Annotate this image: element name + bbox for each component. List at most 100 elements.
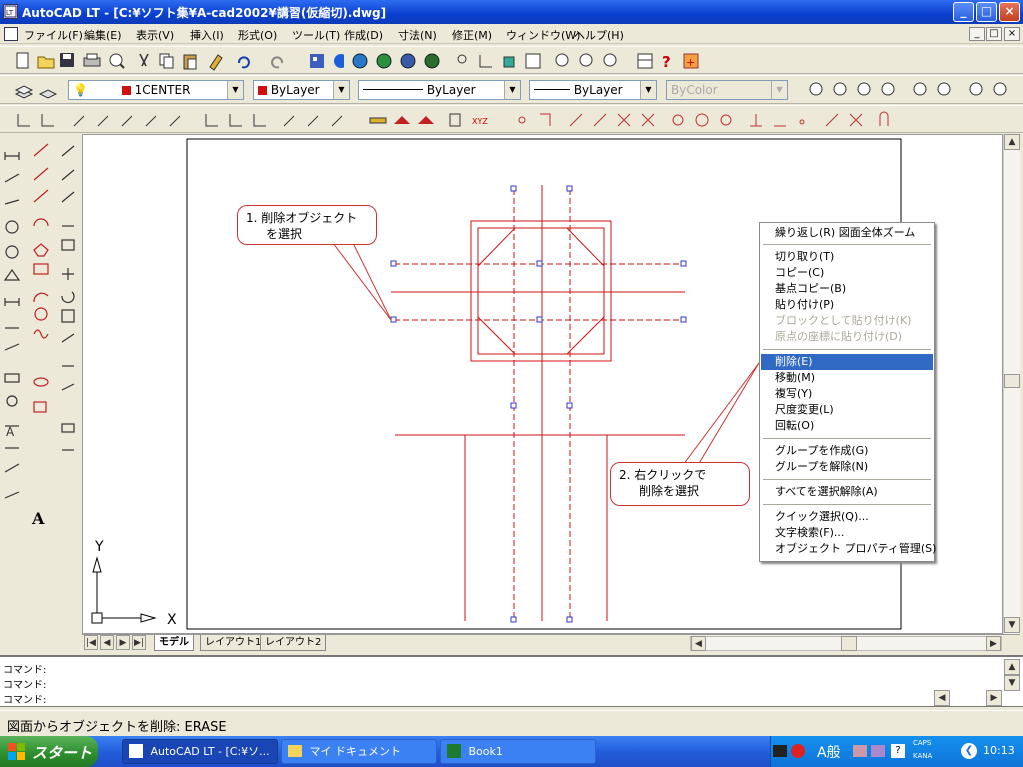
close-button[interactable]: × xyxy=(999,2,1020,22)
menu-item-paste[interactable]: 貼り付け(P) xyxy=(761,297,933,313)
scroll-right-icon[interactable]: ▶ xyxy=(986,636,1001,651)
menu-dimension[interactable]: 寸法(N) xyxy=(398,27,437,43)
ime-icon[interactable] xyxy=(791,744,805,758)
menu-item-repeat-zoom[interactable]: 繰り返し(R) 図面全体ズーム xyxy=(761,225,933,241)
standard-toolbar-icons[interactable] xyxy=(14,51,344,71)
tray-expand-icon[interactable]: ❮ xyxy=(961,743,977,759)
menu-view[interactable]: 表示(V) xyxy=(136,27,174,43)
menu-separator xyxy=(763,438,931,439)
mdi-minimize-button[interactable]: _ xyxy=(969,27,985,41)
chevron-down-icon[interactable]: ▼ xyxy=(333,81,349,99)
ucs-icon xyxy=(503,56,515,68)
svg-text:A: A xyxy=(6,425,15,439)
task-book1[interactable]: Book1 xyxy=(440,739,596,764)
draw-modify-toolbar-icons[interactable]: A A xyxy=(0,134,82,534)
hscroll-thumb[interactable] xyxy=(841,636,857,651)
menu-edit[interactable]: 編集(E) xyxy=(84,27,122,43)
osnap-toolbar-icons[interactable]: XYZ xyxy=(14,110,894,130)
kana-indicator: KANA xyxy=(913,752,933,760)
menu-item-deselect-all[interactable]: すべてを選択解除(A) xyxy=(761,484,933,500)
menu-help[interactable]: ヘルプ(H) xyxy=(574,27,624,43)
menu-draw[interactable]: 作成(D) xyxy=(344,27,383,43)
match-properties-icon xyxy=(209,54,223,71)
start-button[interactable]: スタート xyxy=(0,736,98,767)
command-window[interactable]: コマンド: コマンド: コマンド: ▲ ▼ ◀ ▶ xyxy=(0,655,1023,707)
task-my-documents[interactable]: マイ ドキュメント xyxy=(281,739,437,764)
print-icon xyxy=(83,53,101,67)
menu-item-copy-base[interactable]: 基点コピー(B) xyxy=(761,281,933,297)
tab-prev-icon[interactable]: ◀ xyxy=(100,635,114,650)
color-swatch xyxy=(258,86,267,95)
document-icon[interactable] xyxy=(4,27,18,41)
menu-item-ungroup[interactable]: グループを解除(N) xyxy=(761,459,933,475)
minimize-button[interactable]: _ xyxy=(953,2,974,22)
standard-toolbar-icons-2[interactable]: ? + xyxy=(350,51,820,71)
chevron-down-icon[interactable]: ▼ xyxy=(640,81,656,99)
status-text: 図面からオブジェクトを削除: ERASE xyxy=(7,720,227,735)
paste-icon xyxy=(183,54,197,70)
ime-pad-icon[interactable] xyxy=(853,745,867,757)
help-icon[interactable]: ? xyxy=(891,744,905,758)
selected-objects xyxy=(394,189,684,621)
menu-insert[interactable]: 挿入(I) xyxy=(190,27,224,43)
tab-layout2[interactable]: レイアウト2 xyxy=(260,635,327,651)
menu-item-rotate[interactable]: 回転(O) xyxy=(761,418,933,434)
keyboard-icon[interactable] xyxy=(773,745,787,757)
windows-logo-icon xyxy=(8,743,25,760)
scroll-down-icon[interactable]: ▼ xyxy=(1004,617,1020,633)
vertical-scrollbar[interactable]: ▲ ▼ xyxy=(1003,134,1020,634)
layer-color-swatch xyxy=(121,86,131,95)
horizontal-scrollbar[interactable]: ◀ ▶ xyxy=(690,636,1002,651)
mdi-close-button[interactable]: × xyxy=(1004,27,1020,41)
zoom-toolbar-icons[interactable] xyxy=(806,80,1016,100)
context-menu[interactable]: 繰り返し(R) 図面全体ズーム 切り取り(T) コピー(C) 基点コピー(B) … xyxy=(759,222,936,562)
menu-format[interactable]: 形式(O) xyxy=(238,27,277,43)
cmd-scroll-up-icon[interactable]: ▲ xyxy=(1004,659,1020,675)
grips xyxy=(390,185,687,623)
tile-icon xyxy=(310,54,324,68)
command-line-3[interactable]: コマンド: xyxy=(3,691,46,706)
standard-toolbar: ? + xyxy=(0,46,1023,74)
chevron-down-icon[interactable]: ▼ xyxy=(504,81,520,99)
tab-first-icon[interactable]: |◀ xyxy=(84,635,98,650)
scroll-thumb[interactable] xyxy=(1004,374,1020,388)
layer-manager-icon[interactable] xyxy=(14,80,64,100)
tab-model[interactable]: モデル xyxy=(154,635,194,651)
menu-file[interactable]: ファイル(F) xyxy=(24,27,83,43)
title-bar[interactable]: LT AutoCAD LT - [C:¥ソフト集¥A-cad2002¥講習(仮縮… xyxy=(0,0,1023,24)
menu-item-quick-select[interactable]: クイック選択(Q)... xyxy=(761,509,933,525)
lineweight-dropdown[interactable]: ByLayer ▼ xyxy=(529,80,657,100)
scroll-up-icon[interactable]: ▲ xyxy=(1004,134,1020,150)
scroll-left-icon[interactable]: ◀ xyxy=(691,636,706,651)
mdi-restore-button[interactable]: □ xyxy=(986,27,1002,41)
cmd-scroll-left-icon[interactable]: ◀ xyxy=(934,690,950,706)
favorites-icon: + xyxy=(683,53,699,69)
linetype-dropdown[interactable]: ByLayer ▼ xyxy=(358,80,521,100)
menu-item-group[interactable]: グループを作成(G) xyxy=(761,443,933,459)
layer-dropdown[interactable]: 💡 1CENTER ▼ xyxy=(68,80,244,100)
cmd-scroll-down-icon[interactable]: ▼ xyxy=(1004,675,1020,691)
task-autocad[interactable]: AutoCAD LT - [C:¥ソ... xyxy=(122,739,278,764)
color-dropdown[interactable]: ByLayer ▼ xyxy=(253,80,350,100)
menu-item-copy-obj[interactable]: 複写(Y) xyxy=(761,386,933,402)
menu-item-move[interactable]: 移動(M) xyxy=(761,370,933,386)
menu-item-cut[interactable]: 切り取り(T) xyxy=(761,249,933,265)
tab-next-icon[interactable]: ▶ xyxy=(116,635,130,650)
autocad-lt-icon xyxy=(129,744,143,758)
maximize-button[interactable]: □ xyxy=(976,2,997,22)
menu-tools[interactable]: ツール(T) xyxy=(292,27,340,43)
tab-layout1[interactable]: レイアウト1 xyxy=(200,635,267,651)
menu-item-scale[interactable]: 尺度変更(L) xyxy=(761,402,933,418)
menu-window[interactable]: ウィンドウ(W) xyxy=(506,27,580,43)
cmd-scroll-right-icon[interactable]: ▶ xyxy=(986,690,1002,706)
menu-item-erase[interactable]: 削除(E) xyxy=(761,354,933,370)
tab-last-icon[interactable]: ▶| xyxy=(132,635,146,650)
menu-modify[interactable]: 修正(M) xyxy=(452,27,492,43)
chevron-down-icon[interactable]: ▼ xyxy=(227,81,243,99)
ime-dict-icon[interactable] xyxy=(871,745,885,757)
ime-mode[interactable]: A般 xyxy=(817,742,841,762)
menu-item-copy[interactable]: コピー(C) xyxy=(761,265,933,281)
autocad-lt-icon[interactable]: LT xyxy=(3,4,18,19)
menu-item-properties[interactable]: オブジェクト プロパティ管理(S) xyxy=(761,541,936,557)
menu-item-find[interactable]: 文字検索(F)... xyxy=(761,525,933,541)
